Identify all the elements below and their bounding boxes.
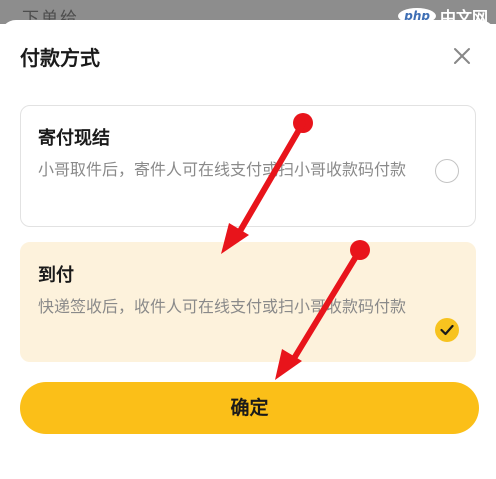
option-title: 寄付现结 [38,128,110,149]
payment-method-sheet: 付款方式 寄付现结 小哥取件后，寄件人可在线支付或扫小哥收款码付款 到付 快递签… [0,20,496,479]
close-icon[interactable] [450,44,474,68]
option-description: 小哥取件后，寄件人可在线支付或扫小哥收款码付款 [38,160,407,179]
option-description: 快递签收后，收件人可在线支付或扫小哥收款码付款 [38,297,407,316]
sheet-title: 付款方式 [20,46,100,70]
radio-checked-icon[interactable] [435,318,459,342]
option-prepaid[interactable]: 寄付现结 小哥取件后，寄件人可在线支付或扫小哥收款码付款 [20,105,476,227]
option-cash-on-delivery[interactable]: 到付 快递签收后，收件人可在线支付或扫小哥收款码付款 [20,242,476,362]
option-title: 到付 [38,265,74,286]
confirm-button[interactable]: 确定 [20,382,479,434]
radio-unchecked-icon[interactable] [435,159,459,183]
